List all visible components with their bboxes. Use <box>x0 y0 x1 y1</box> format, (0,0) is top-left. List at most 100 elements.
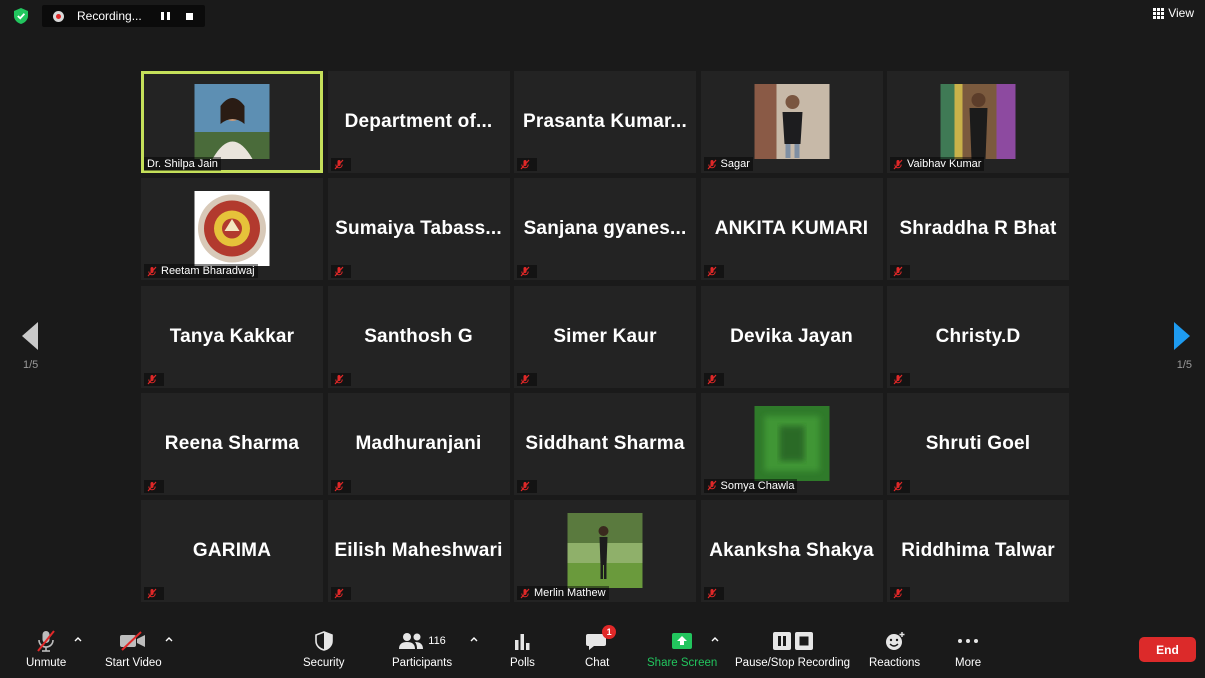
participant-tile[interactable]: Somya Chawla <box>700 392 883 495</box>
share-screen-options-chevron-icon[interactable] <box>711 636 719 642</box>
video-options-chevron-icon[interactable] <box>165 636 173 642</box>
pause-recording-icon[interactable] <box>161 12 170 20</box>
muted-mic-icon <box>707 266 716 277</box>
participant-status <box>330 372 351 386</box>
muted-mic-icon <box>893 374 903 384</box>
participant-status <box>890 479 910 493</box>
recording-status-text: Recording... <box>77 9 142 23</box>
muted-mic-icon <box>893 159 903 169</box>
participant-tile[interactable]: Sanjana gyanes... <box>514 178 696 281</box>
page-indicator-left: 1/5 <box>23 359 39 371</box>
participant-tile[interactable]: Prasanta Kumar... <box>514 71 696 173</box>
participant-tile[interactable]: Sagar <box>700 71 883 173</box>
pause-stop-recording-button[interactable]: Pause/Stop Recording <box>735 628 850 669</box>
participant-tile[interactable]: Devika Jayan <box>700 285 883 388</box>
participant-tile[interactable]: Tanya Kakkar <box>141 285 323 388</box>
meeting-toolbar: Unmute Start Video Security 116 Particip… <box>0 622 1205 678</box>
chat-button[interactable]: 1 Chat <box>585 625 617 669</box>
share-screen-button[interactable]: Share Screen <box>647 628 717 669</box>
chat-label: Chat <box>585 657 610 669</box>
record-dot-icon <box>53 10 64 22</box>
pause-stop-recording-icon <box>772 632 813 650</box>
security-button[interactable]: Security <box>303 628 345 669</box>
participant-name: Prasanta Kumar... <box>523 111 687 132</box>
participant-tile[interactable]: Department of... <box>327 71 510 173</box>
participant-video-thumbnail <box>754 405 829 481</box>
participant-name-label: Vaibhav Kumar <box>890 157 985 171</box>
participant-tile[interactable]: Eilish Maheshwari <box>327 500 510 603</box>
participant-tile[interactable]: Santhosh G <box>327 285 510 388</box>
participant-tile[interactable]: Christy.D <box>887 285 1069 388</box>
previous-page-arrow-icon[interactable] <box>22 322 38 350</box>
video-off-icon <box>120 631 146 651</box>
participant-status <box>330 158 351 171</box>
muted-mic-icon <box>334 588 343 599</box>
muted-mic-icon <box>893 266 903 277</box>
participant-tile[interactable]: Reetam Bharadwaj <box>141 178 323 281</box>
participant-tile[interactable]: Merlin Mathew <box>514 500 696 603</box>
participant-tile[interactable]: GARIMA <box>141 500 323 603</box>
participant-status <box>144 587 164 601</box>
participant-tile[interactable]: ANKITA KUMARI <box>700 178 883 281</box>
participant-status <box>703 587 724 601</box>
participant-tile[interactable]: Dr. Shilpa Jain <box>141 71 323 173</box>
muted-mic-icon <box>147 588 157 599</box>
participant-status <box>144 372 164 386</box>
reactions-button[interactable]: Reactions <box>869 628 920 669</box>
participant-video-thumbnail <box>754 84 829 159</box>
stop-recording-icon[interactable] <box>186 12 193 20</box>
participant-name: Eilish Maheshwari <box>334 540 503 562</box>
participant-label-text: Vaibhav Kumar <box>907 158 982 170</box>
muted-mic-icon <box>893 481 903 492</box>
view-label: View <box>1168 6 1194 20</box>
security-shield-toolbar-icon <box>314 631 333 651</box>
audio-options-chevron-icon[interactable] <box>74 636 82 642</box>
muted-mic-icon <box>707 588 716 599</box>
participants-button[interactable]: 116 Participants <box>392 628 452 669</box>
share-screen-icon <box>672 633 693 649</box>
participant-tile[interactable]: Siddhant Sharma <box>514 392 696 495</box>
muted-mic-icon <box>707 480 716 491</box>
participant-name: Sumaiya Tabass... <box>335 218 502 240</box>
participant-name: Siddhant Sharma <box>525 432 685 454</box>
muted-mic-icon <box>520 481 530 492</box>
view-button[interactable]: View <box>1153 6 1194 20</box>
participant-name-label: Somya Chawla <box>703 478 798 493</box>
participant-tile[interactable]: Vaibhav Kumar <box>887 71 1069 173</box>
participant-status <box>517 372 537 386</box>
participants-options-chevron-icon[interactable] <box>470 636 478 642</box>
participant-name: Sanjana gyanes... <box>523 218 687 240</box>
participant-name-label: Merlin Mathew <box>517 586 609 601</box>
participant-tile[interactable]: Shraddha R Bhat <box>887 178 1069 281</box>
muted-mic-icon <box>147 481 157 492</box>
participants-label: Participants <box>392 657 453 669</box>
participant-tile[interactable]: Riddhima Talwar <box>887 500 1069 603</box>
participant-status <box>890 587 910 601</box>
unmute-button[interactable]: Unmute <box>26 628 66 669</box>
participant-tile[interactable]: Reena Sharma <box>141 392 323 495</box>
participant-tile[interactable]: Shruti Goel <box>887 392 1069 495</box>
participant-tile[interactable]: Akanksha Shakya <box>700 500 883 603</box>
participant-label-text: Reetam Bharadwaj <box>161 265 255 278</box>
participant-tile[interactable]: Madhuranjani <box>327 392 510 495</box>
participant-name: Riddhima Talwar <box>901 540 1055 562</box>
participant-video-grid: Dr. Shilpa Jain Department of... Prasanta … <box>141 71 1069 603</box>
recording-indicator: Recording... <box>42 5 205 27</box>
participant-tile[interactable]: Sumaiya Tabass... <box>327 178 510 281</box>
muted-mic-icon <box>520 266 530 277</box>
participant-tile[interactable]: Simer Kaur <box>514 285 696 388</box>
participant-name: Tanya Kakkar <box>169 325 295 347</box>
next-page-arrow-icon[interactable] <box>1174 322 1190 350</box>
chat-unread-badge: 1 <box>602 625 617 639</box>
participant-name-label: Sagar <box>703 157 753 171</box>
end-meeting-button[interactable]: End <box>1139 637 1196 662</box>
start-video-button[interactable]: Start Video <box>105 628 162 669</box>
polls-button[interactable]: Polls <box>510 628 535 669</box>
participant-name: Department of... <box>344 111 493 132</box>
security-shield-icon[interactable] <box>14 8 28 24</box>
muted-mic-icon <box>334 481 343 492</box>
muted-mic-icon <box>707 374 716 384</box>
more-button[interactable]: More <box>955 628 981 669</box>
polls-label: Polls <box>510 657 535 669</box>
more-label: More <box>955 657 982 669</box>
